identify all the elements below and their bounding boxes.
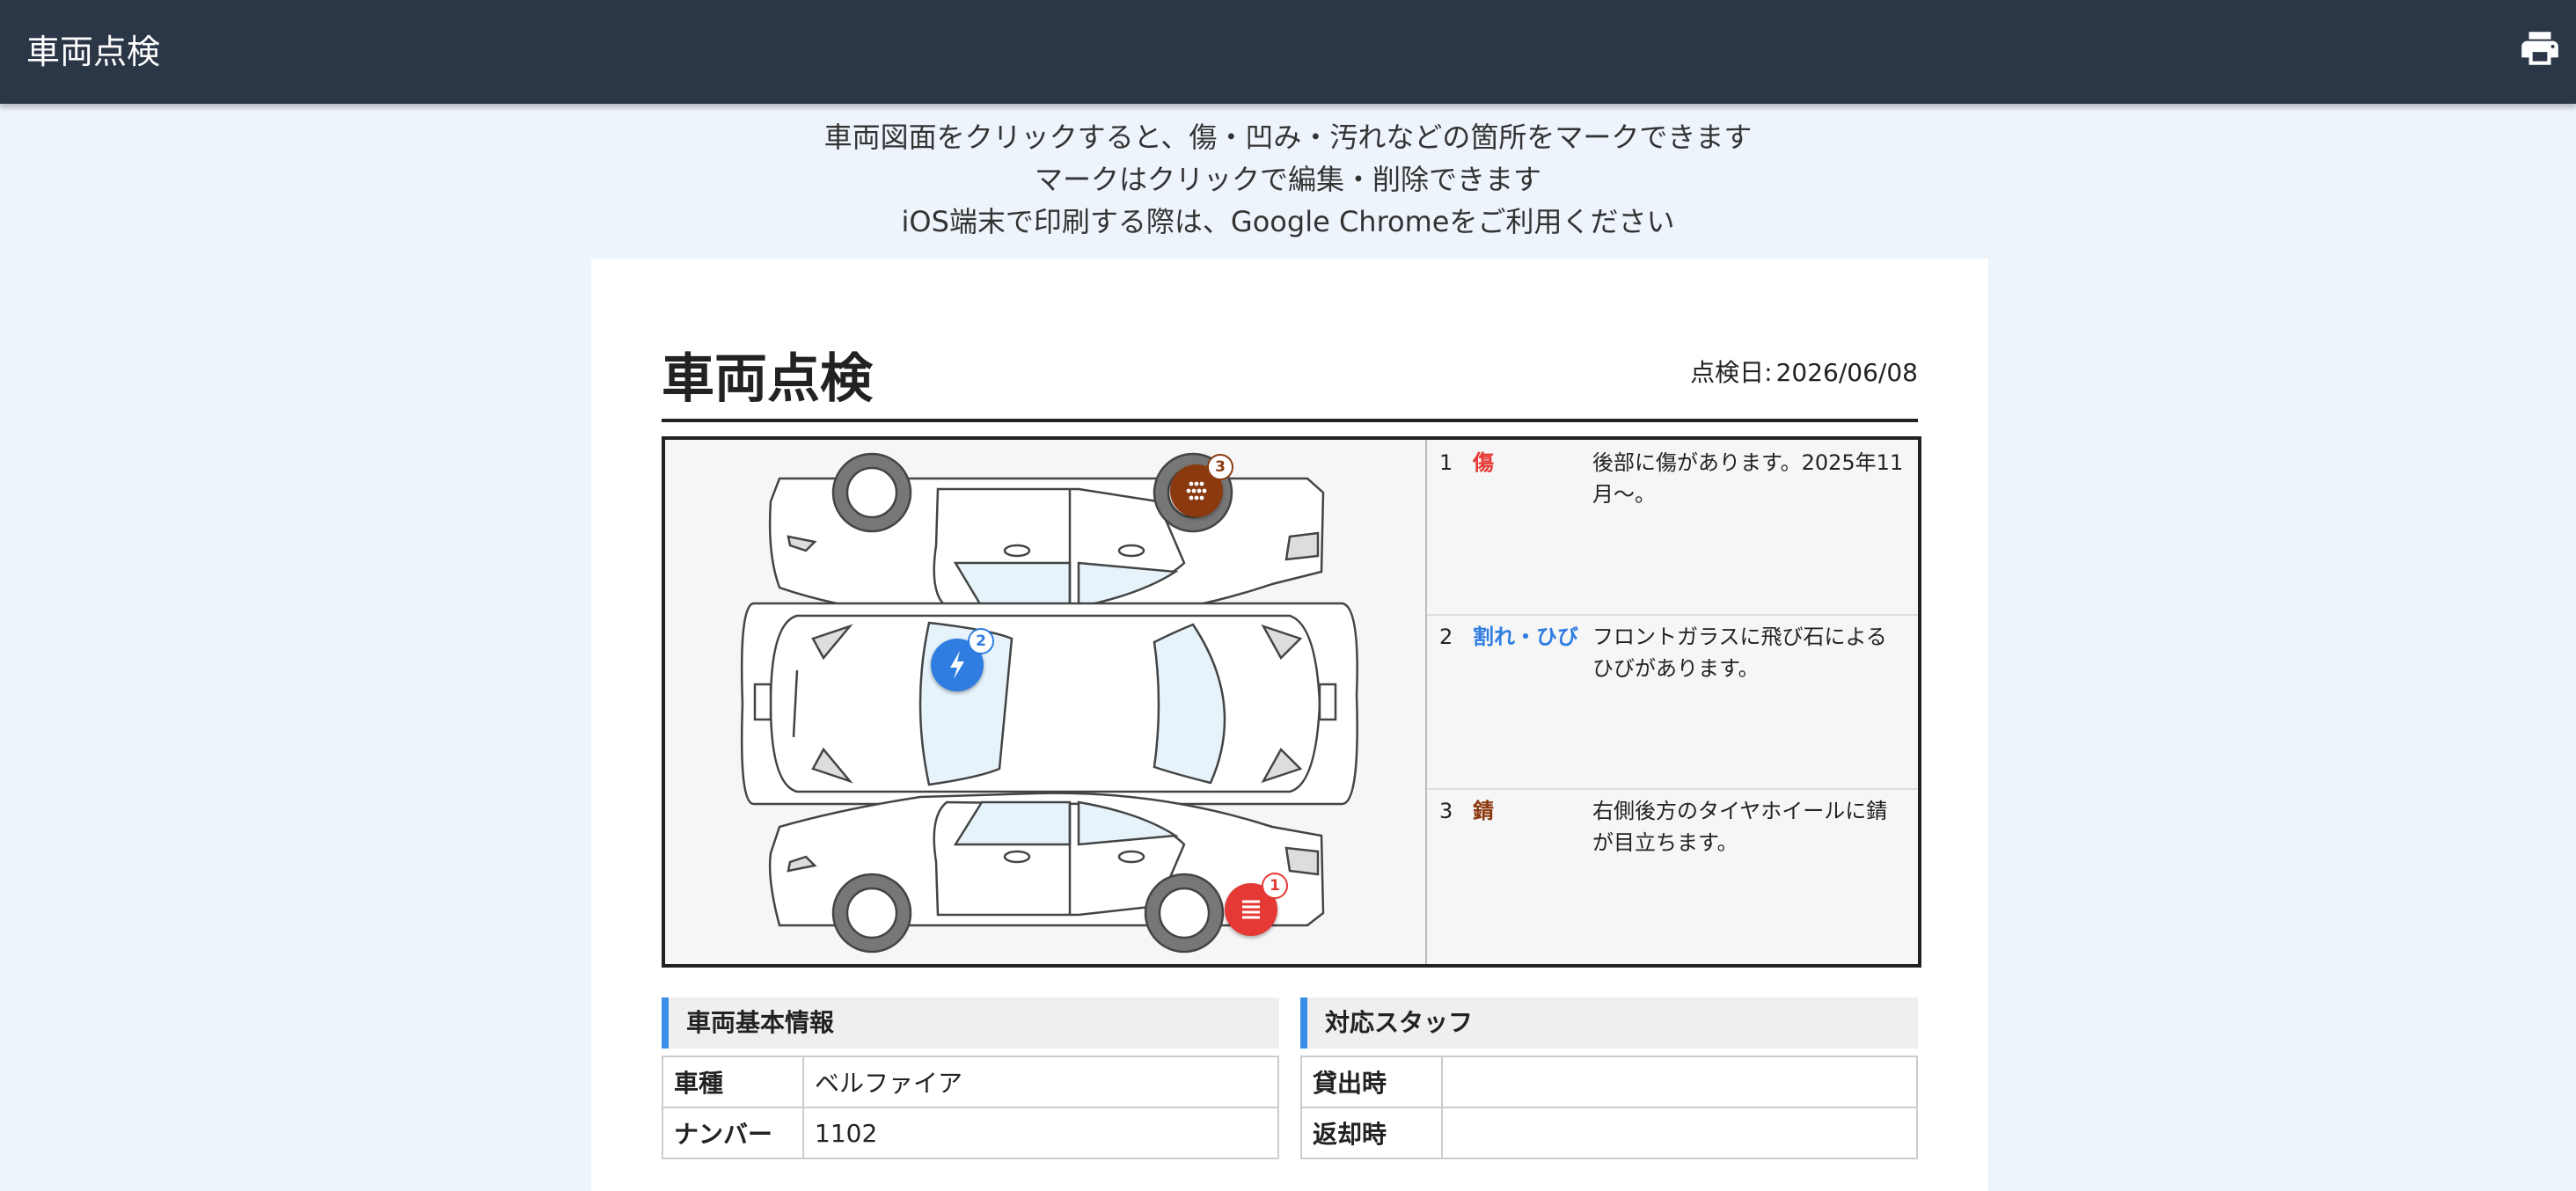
row-value[interactable] [1441,1107,1918,1159]
car-outline-icon[interactable] [665,440,1425,964]
table-row: 返却時 [1300,1107,1918,1159]
row-value[interactable]: 1102 [802,1107,1279,1159]
marker-3-rust[interactable]: 3 [1170,454,1233,517]
note-description: 右側後方のタイヤホイールに錆が目立ちます。 [1592,799,1888,855]
row-key: ナンバー [662,1107,804,1159]
date-label: 点検日: [1690,358,1773,387]
marker-2-crack[interactable]: 2 [931,628,994,691]
marker-badge: 1 [1262,873,1288,899]
inspection-diagram: 3 2 1 1 傷 後部に傷があります。2025年11月〜。 2 割れ・ひび フ… [662,436,1921,968]
note-row[interactable]: 1 傷 後部に傷があります。2025年11月〜。 [1427,440,1918,616]
note-number: 2 [1439,625,1453,649]
row-value[interactable] [1441,1056,1918,1108]
note-number: 3 [1439,799,1453,823]
table-row: 車種 ベルファイア [662,1056,1279,1108]
marker-1-scratch[interactable]: 1 [1225,873,1288,936]
table-row: ナンバー 1102 [662,1107,1279,1159]
document-title: 車両点検 [662,348,873,410]
note-row[interactable]: 2 割れ・ひび フロントガラスに飛び石によるひびがあります。 [1427,614,1918,790]
note-description: フロントガラスに飛び石によるひびがあります。 [1592,625,1887,681]
instruction-line-2: マークはクリックで編集・削除できます [1034,163,1541,196]
title-divider [662,419,1918,422]
printer-icon[interactable] [2518,26,2562,70]
app-header: 車両点検 [0,0,2576,104]
note-description: 後部に傷があります。2025年11月〜。 [1592,450,1904,507]
note-row[interactable]: 3 錆 右側後方のタイヤホイールに錆が目立ちます。 [1427,788,1918,962]
note-type: 割れ・ひび [1473,625,1578,649]
marker-badge: 3 [1207,454,1233,480]
note-type: 傷 [1473,450,1494,475]
inspection-date: 点検日: 2026/06/08 [1687,354,1918,389]
marker-badge: 2 [968,628,994,654]
instruction-line-3: iOS端末で印刷する際は、Google Chromeをご利用ください [901,205,1675,238]
row-key: 車種 [662,1056,804,1108]
vehicle-info-heading: 車両基本情報 [662,997,1279,1049]
app-title: 車両点検 [26,33,161,71]
instructions: 車両図面をクリックすると、傷・凹み・汚れなどの箇所をマークできます マークはクリ… [0,116,2576,243]
inspection-sheet: 車両点検 点検日: 2026/06/08 3 2 1 1 傷 後部に傷があります… [591,259,1988,1191]
date-value: 2026/06/08 [1775,358,1918,387]
vehicle-info-table: 車種 ベルファイア ナンバー 1102 [662,1056,1279,1159]
row-key: 返却時 [1300,1107,1443,1159]
note-type: 錆 [1473,799,1494,823]
damage-notes-list: 1 傷 後部に傷があります。2025年11月〜。 2 割れ・ひび フロントガラス… [1427,440,1918,964]
table-row: 貸出時 [1300,1056,1918,1108]
staff-table: 貸出時 返却時 [1300,1056,1918,1159]
instruction-line-1: 車両図面をクリックすると、傷・凹み・汚れなどの箇所をマークできます [823,121,1753,154]
staff-heading: 対応スタッフ [1300,997,1918,1049]
row-value[interactable]: ベルファイア [802,1056,1279,1108]
car-diagram[interactable]: 3 2 1 [665,440,1427,964]
note-number: 1 [1439,450,1453,475]
row-key: 貸出時 [1300,1056,1443,1108]
